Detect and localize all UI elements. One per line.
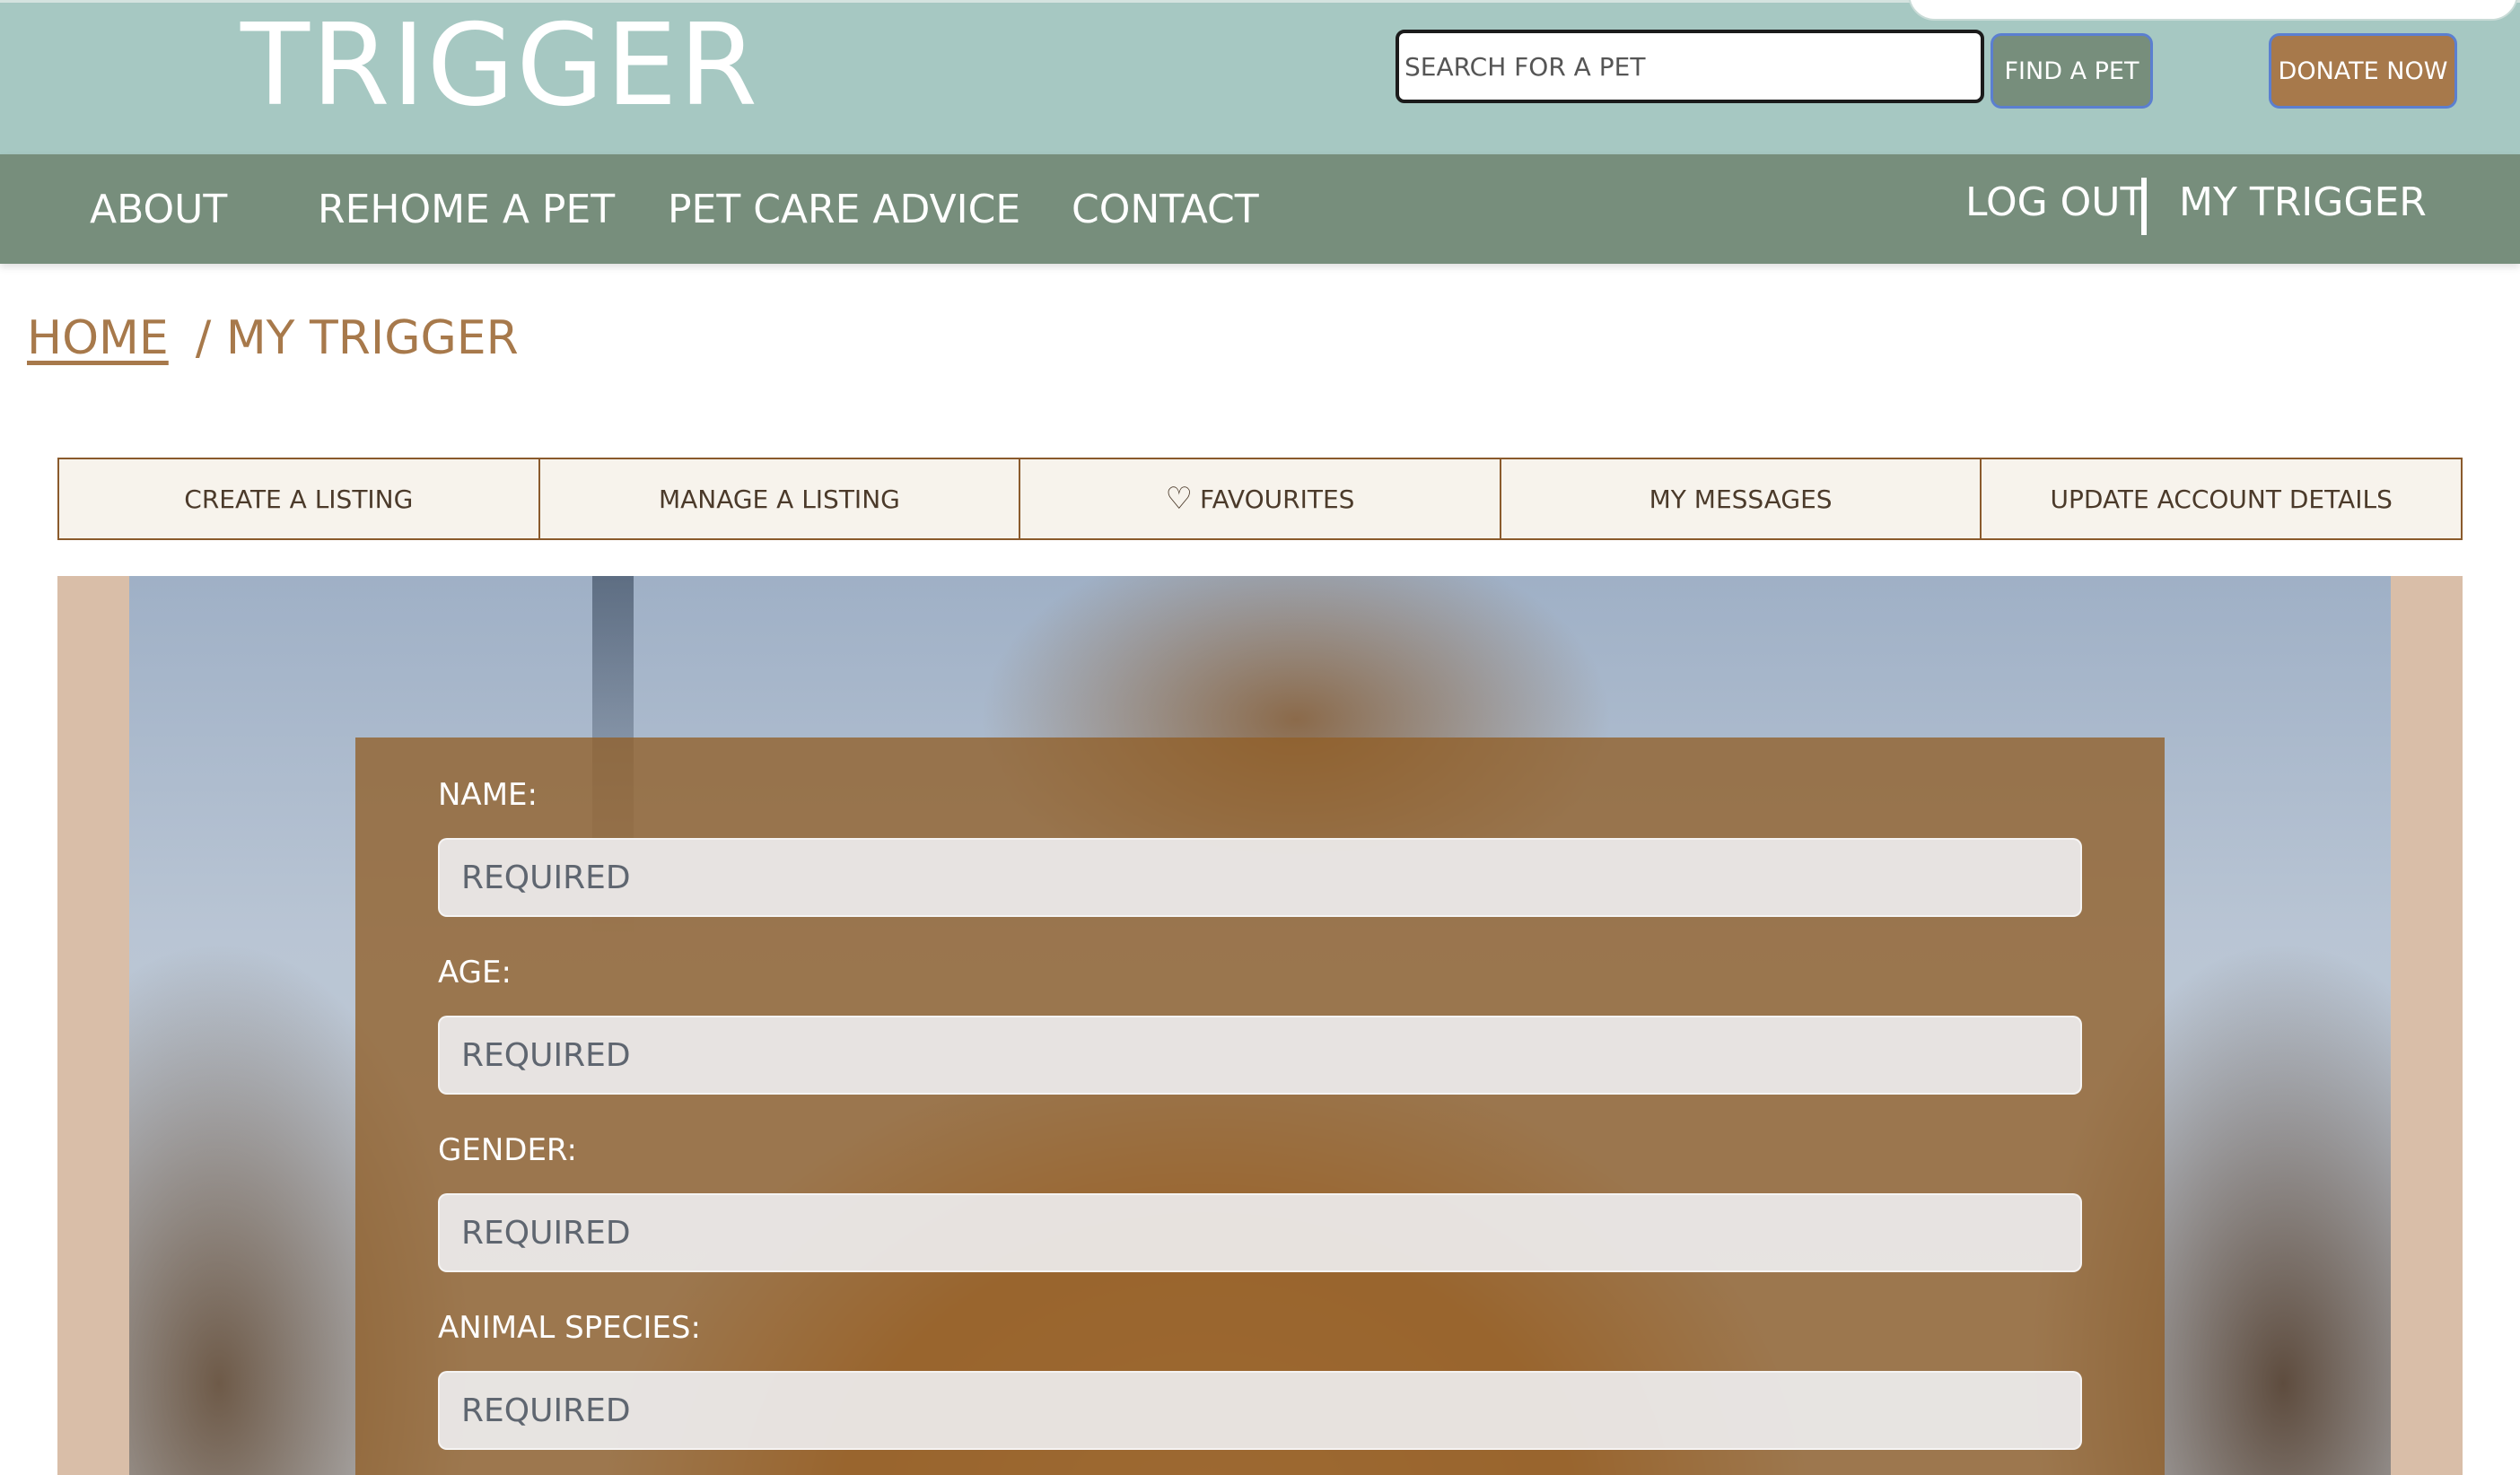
tab-label: MANAGE A LISTING — [658, 484, 900, 514]
log-out-link[interactable]: LOG OUT — [1965, 176, 2144, 230]
name-input[interactable] — [438, 838, 2082, 917]
tab-favourites[interactable]: ♡ FAVOURITES — [1019, 458, 1501, 540]
nav-divider — [2141, 178, 2147, 235]
heart-icon: ♡ — [1165, 481, 1194, 517]
name-label: NAME: — [438, 777, 538, 813]
tab-label: UPDATE ACCOUNT DETAILS — [2050, 484, 2393, 514]
nav-item-pet-care-advice[interactable]: PET CARE ADVICE — [668, 183, 1020, 237]
tab-update-account-details[interactable]: UPDATE ACCOUNT DETAILS — [1980, 458, 2463, 540]
donate-now-button[interactable]: DONATE NOW — [2269, 33, 2457, 109]
tab-my-messages[interactable]: MY MESSAGES — [1499, 458, 1982, 540]
nav-item-contact[interactable]: CONTACT — [1072, 183, 1259, 237]
nav-item-rehome-a-pet[interactable]: REHOME A PET — [318, 183, 615, 237]
gender-input[interactable] — [438, 1193, 2082, 1272]
create-listing-form: NAME: AGE: GENDER: ANIMAL SPECIES: — [355, 738, 2165, 1475]
my-trigger-link[interactable]: MY TRIGGER — [2179, 176, 2427, 230]
account-tabs: CREATE A LISTING MANAGE A LISTING ♡ FAVO… — [57, 458, 2463, 540]
breadcrumb: HOME / MY TRIGGER — [27, 307, 519, 370]
tab-label: CREATE A LISTING — [184, 484, 414, 514]
find-pet-button[interactable]: FIND A PET — [1991, 33, 2153, 109]
animal-species-label: ANIMAL SPECIES: — [438, 1310, 701, 1346]
tab-label: MY MESSAGES — [1649, 484, 1833, 514]
site-logo[interactable]: TRIGGER — [241, 6, 759, 125]
breadcrumb-home-link[interactable]: HOME — [27, 311, 169, 365]
header-top-tab — [1908, 0, 2518, 21]
pet-search-input[interactable] — [1396, 30, 1984, 103]
age-label: AGE: — [438, 955, 512, 991]
gender-label: GENDER: — [438, 1132, 577, 1168]
page: TRIGGER FIND A PET DONATE NOW ABOUT REHO… — [0, 0, 2520, 1475]
tab-create-listing[interactable]: CREATE A LISTING — [57, 458, 540, 540]
tab-manage-listing[interactable]: MANAGE A LISTING — [538, 458, 1021, 540]
main-nav: ABOUT REHOME A PET PET CARE ADVICE CONTA… — [0, 154, 2520, 264]
site-header: TRIGGER FIND A PET DONATE NOW — [0, 0, 2520, 154]
age-input[interactable] — [438, 1016, 2082, 1095]
nav-item-about[interactable]: ABOUT — [90, 183, 227, 237]
animal-species-input[interactable] — [438, 1371, 2082, 1450]
tab-label: FAVOURITES — [1200, 484, 1355, 514]
breadcrumb-current: / MY TRIGGER — [195, 311, 519, 365]
